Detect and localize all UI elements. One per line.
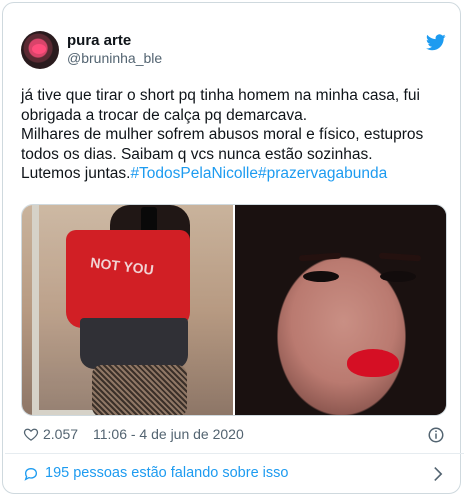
tweet-line-5: Lutemos juntas.#TodosPelaNicolle#prazerv… [21,164,449,184]
tweet-text: já tive que tirar o short pq tinha homem… [21,86,449,184]
timestamp[interactable]: 11:06 - 4 de jun de 2020 [93,426,244,442]
tweet-line-1: já tive que tirar o short pq tinha homem… [21,87,420,104]
tweet-line-3: Milhares de mulher sofrem abusos moral e… [21,126,424,143]
info-icon[interactable] [427,426,445,444]
red-shirt [66,230,190,328]
tweet-line-5-text: Lutemos juntas. [21,165,131,182]
denim-shorts [80,318,188,369]
close-up-face-photo[interactable] [235,205,446,415]
hashtag-prazer-vagabunda[interactable]: #prazervagabunda [258,165,387,182]
mirror-selfie-photo[interactable]: NOT YOU [22,205,233,415]
avatar[interactable] [21,31,59,69]
tweet-line-2: obrigada a trocar de calça pq demarcava. [21,106,308,124]
tweet-header: pura arte @bruninha_ble [21,31,446,73]
like-count[interactable]: 2.057 [43,426,78,442]
left-eye [303,271,339,282]
red-lips [347,349,399,377]
chevron-right-icon[interactable] [433,466,443,482]
right-eye [380,271,416,282]
tweet-card: pura arte @bruninha_ble já tive que tira… [2,2,464,494]
conversation-text[interactable]: 195 pessoas estão falando sobre isso [45,465,288,481]
twitter-bird-icon[interactable] [426,34,446,51]
dark-hair-frame [235,205,446,415]
media-gallery[interactable]: NOT YOU [21,204,447,416]
hashtag-todos-pela-nicolle[interactable]: #TodosPelaNicolle [130,165,258,182]
fishnet-legs [92,365,187,415]
user-info[interactable]: pura arte @bruninha_ble [67,32,162,67]
user-handle[interactable]: @bruninha_ble [67,50,162,67]
heart-icon[interactable] [23,427,39,442]
tweet-meta: 2.057 11:06 - 4 de jun de 2020 [21,425,446,445]
display-name[interactable]: pura arte [67,32,162,50]
tweet-line-4: todos os dias. Saibam q vcs nunca estão … [21,145,373,163]
footer-divider [5,453,464,454]
avatar-highlight [32,44,46,54]
chat-bubble-icon [24,467,38,481]
conversation-link[interactable]: 195 pessoas estão falando sobre isso [21,465,446,485]
